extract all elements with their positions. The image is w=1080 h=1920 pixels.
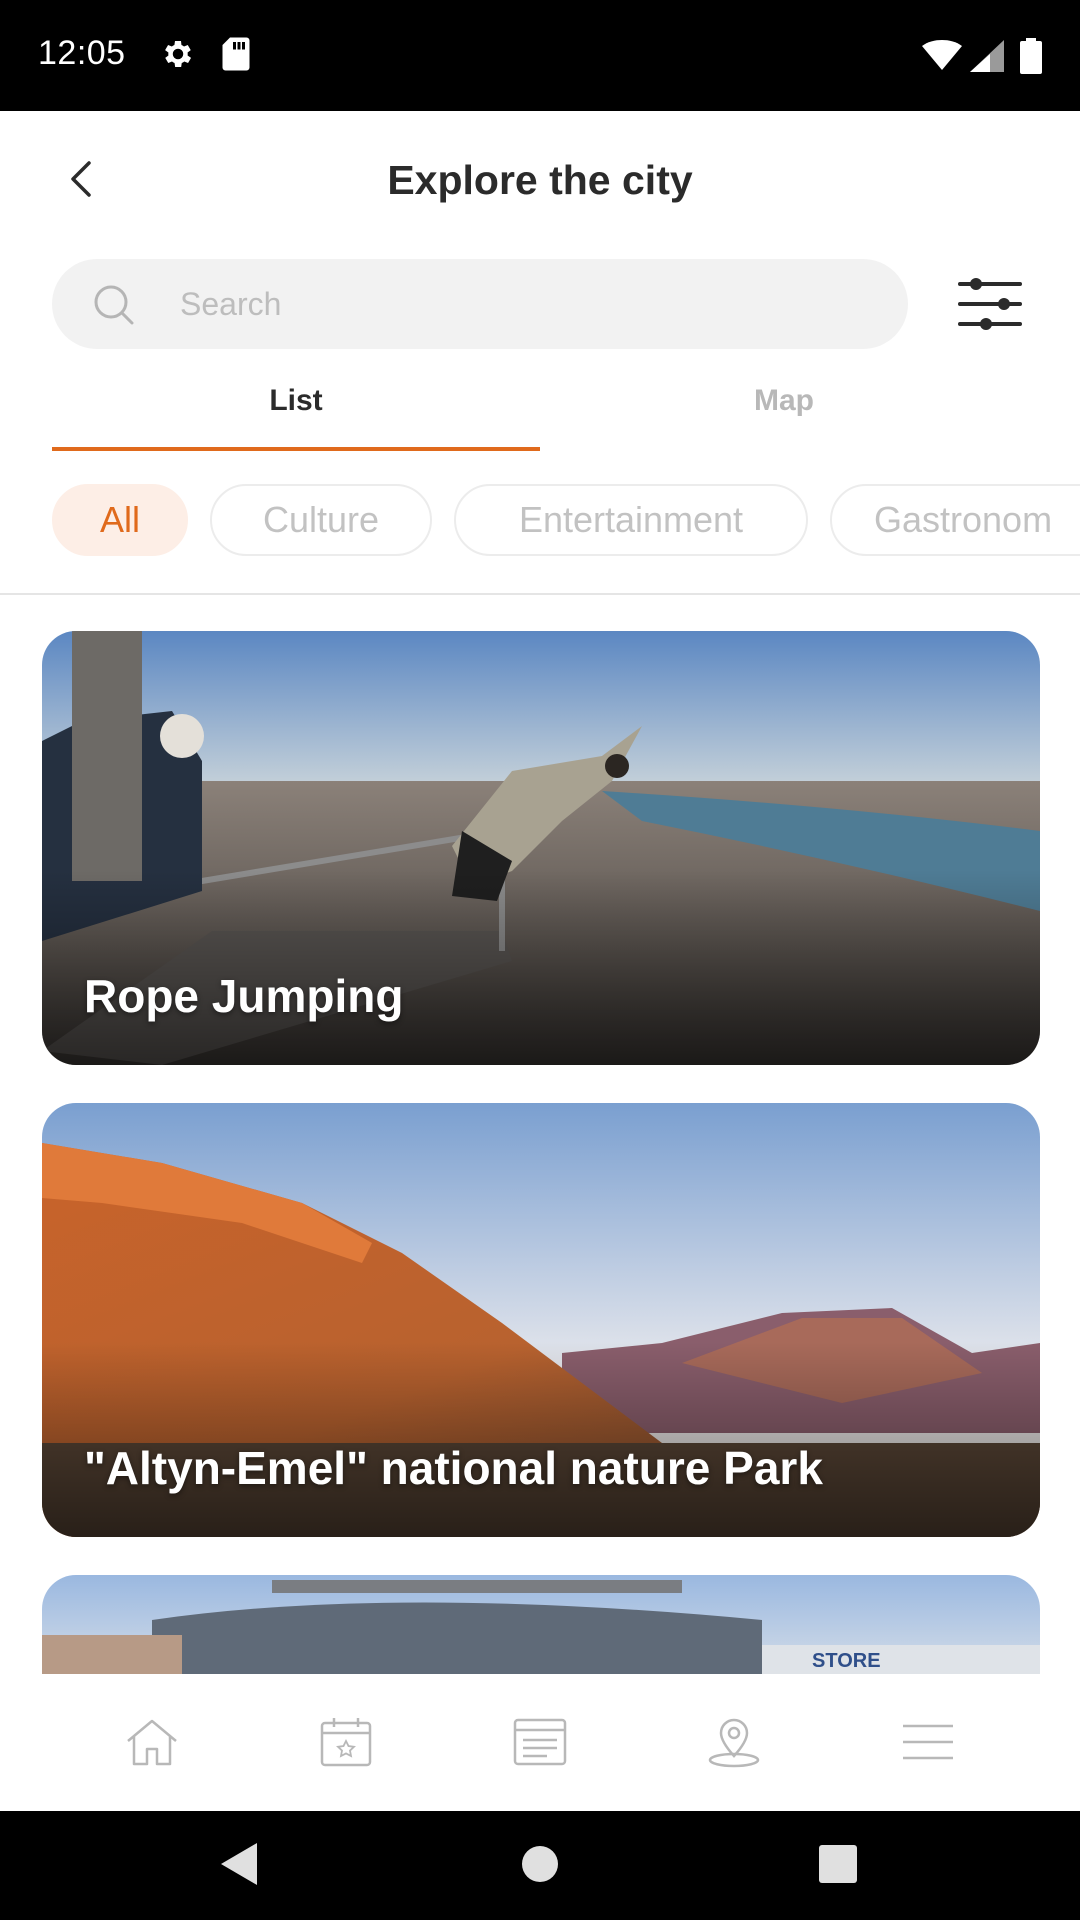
chip-culture[interactable]: Culture	[210, 484, 432, 556]
page-title: Explore the city	[387, 157, 693, 203]
filter-button[interactable]	[950, 270, 1030, 340]
nav-events[interactable]	[298, 1696, 394, 1792]
settings-gear-icon	[160, 36, 196, 77]
search-bar	[52, 259, 908, 349]
sd-card-icon	[220, 36, 252, 77]
search-input[interactable]	[180, 259, 860, 349]
chip-gastronomy[interactable]: Gastronom	[830, 484, 1080, 556]
nav-home[interactable]	[104, 1696, 200, 1792]
card-title: Rope Jumping	[84, 970, 404, 1022]
card-image: STORE	[42, 1575, 1040, 1674]
chip-all[interactable]: All	[52, 484, 188, 556]
news-icon	[513, 1718, 567, 1771]
status-bar: 12:05	[0, 0, 1080, 111]
calendar-star-icon	[319, 1717, 373, 1772]
tab-map[interactable]: Map	[540, 384, 1028, 454]
divider	[0, 593, 1080, 595]
tab-list[interactable]: List	[52, 384, 540, 454]
battery-icon	[1020, 38, 1042, 79]
nav-menu[interactable]	[880, 1696, 976, 1792]
triangle-back-icon	[217, 1841, 261, 1892]
bottom-nav	[0, 1674, 1080, 1811]
card-rope-jumping[interactable]: Rope Jumping	[42, 631, 1040, 1065]
card-title: "Altyn-Emel" national nature Park	[84, 1442, 823, 1494]
nav-news[interactable]	[492, 1696, 588, 1792]
system-home-button[interactable]	[513, 1839, 567, 1893]
square-recents-icon	[818, 1844, 858, 1889]
card-shopping-center[interactable]: STORE	[42, 1575, 1040, 1674]
wifi-icon	[922, 40, 962, 77]
active-tab-indicator	[52, 447, 540, 451]
chip-entertainment[interactable]: Entertainment	[454, 484, 808, 556]
home-icon	[124, 1717, 180, 1772]
header: Explore the city	[0, 111, 1080, 251]
card-altyn-emel-park[interactable]: "Altyn-Emel" national nature Park	[42, 1103, 1040, 1537]
system-recents-button[interactable]	[811, 1839, 865, 1893]
search-icon	[92, 283, 136, 327]
system-nav-bar	[0, 1811, 1080, 1920]
map-pin-icon	[707, 1716, 761, 1773]
store-sign-logo: STORE	[812, 1650, 881, 1672]
system-back-button[interactable]	[212, 1839, 266, 1893]
nav-map[interactable]	[686, 1696, 782, 1792]
status-time: 12:05	[38, 34, 126, 72]
circle-home-icon	[520, 1844, 560, 1889]
cellular-signal-icon	[970, 40, 1004, 77]
menu-icon	[901, 1722, 955, 1767]
sliders-icon	[950, 278, 1030, 344]
